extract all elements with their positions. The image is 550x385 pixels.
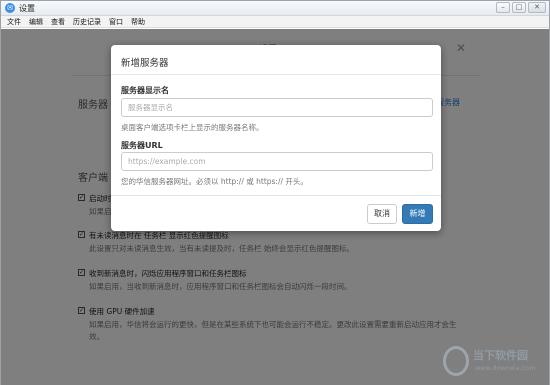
minimize-button[interactable]: – xyxy=(496,2,510,13)
watermark: 当下软件园 www.downxia.com xyxy=(443,344,543,378)
title-bar[interactable]: ✉ 设置 – □ ✕ xyxy=(1,1,549,16)
server-url-help: 您的华信服务器网址。必须以 http:// 或 https:// 开头。 xyxy=(121,177,308,186)
menu-help[interactable]: 帮助 xyxy=(131,16,145,27)
menu-edit[interactable]: 编辑 xyxy=(29,16,43,27)
app-window: ✉ 设置 – □ ✕ 文件 编辑 查看 历史记录 窗口 帮助 设置 ✕ 服务器 … xyxy=(0,0,550,385)
server-url-input[interactable] xyxy=(121,152,433,171)
add-server-button[interactable]: 新增 xyxy=(402,204,433,224)
cancel-button[interactable]: 取消 xyxy=(367,204,397,224)
dialog-header: 新增服务器 xyxy=(111,45,441,75)
dialog-title: 新增服务器 xyxy=(121,58,169,69)
window-title: 设置 xyxy=(19,4,35,13)
watermark-url: www.downxia.com xyxy=(475,364,536,372)
server-url-label: 服务器URL xyxy=(121,141,163,150)
close-button[interactable]: ✕ xyxy=(528,2,546,13)
menu-view[interactable]: 查看 xyxy=(51,16,65,27)
add-server-dialog: 新增服务器 服务器显示名 桌面客户端选项卡栏上显示的服务器名称。 服务器URL … xyxy=(111,45,441,231)
dialog-footer: 取消 新增 xyxy=(111,195,441,231)
server-name-help: 桌面客户端选项卡栏上显示的服务器名称。 xyxy=(121,123,264,132)
maximize-button[interactable]: □ xyxy=(512,2,526,13)
server-name-input[interactable] xyxy=(121,98,433,117)
server-name-label: 服务器显示名 xyxy=(121,86,169,95)
window-controls: – □ ✕ xyxy=(494,2,546,13)
app-logo-icon: ✉ xyxy=(5,3,15,13)
menu-file[interactable]: 文件 xyxy=(7,16,21,27)
menu-history[interactable]: 历史记录 xyxy=(73,16,101,27)
watermark-logo-icon xyxy=(443,346,469,376)
watermark-text: 当下软件园 xyxy=(473,349,528,362)
menu-window[interactable]: 窗口 xyxy=(109,16,123,27)
menu-bar: 文件 编辑 查看 历史记录 窗口 帮助 xyxy=(1,16,549,28)
